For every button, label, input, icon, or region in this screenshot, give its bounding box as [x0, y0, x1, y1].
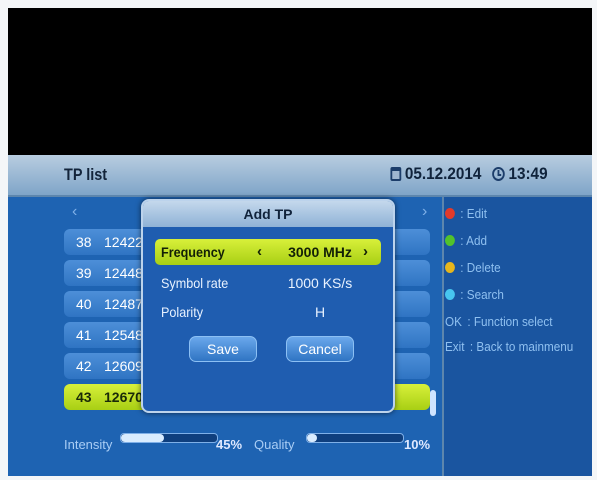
blue-button-icon — [445, 289, 455, 300]
list-scrollbar[interactable] — [430, 390, 436, 416]
frequency-field[interactable]: Frequency ‹ 3000 MHz › — [155, 239, 381, 265]
help-text: : Back to mainmenu — [469, 339, 574, 354]
quality-label: Quality — [254, 437, 295, 452]
cancel-button[interactable]: Cancel — [286, 336, 354, 362]
tp-frequency: 12548 — [104, 327, 143, 343]
dialog-title: Add TP — [243, 206, 293, 222]
header-bar: TP list 05.12.2014 13:49 — [8, 155, 592, 197]
help-search: : Search — [445, 287, 504, 302]
tp-frequency: 12487 — [104, 296, 143, 312]
polarity-field[interactable]: Polarity H — [155, 299, 381, 325]
symbol-rate-value: 1000 KS/s — [287, 275, 353, 291]
intensity-label: Intensity — [64, 437, 113, 452]
tp-frequency: 12609 — [104, 358, 143, 374]
tp-number: 40 — [76, 296, 92, 312]
help-text: : Delete — [460, 260, 501, 275]
tp-frequency: 12422 — [104, 234, 143, 250]
quality-percent: 10% — [404, 437, 431, 452]
date-text: 05.12.2014 — [405, 164, 482, 183]
chevron-right-icon[interactable]: › — [422, 203, 427, 221]
clock-icon — [492, 167, 506, 181]
chevron-left-icon[interactable]: ‹ — [257, 243, 262, 260]
help-text: : Function select — [467, 314, 553, 329]
datetime: 05.12.2014 13:49 — [390, 164, 548, 184]
chevron-left-icon[interactable]: ‹ — [72, 203, 77, 221]
chevron-right-icon[interactable]: › — [363, 243, 368, 260]
quality-bar — [306, 433, 404, 443]
tp-frequency: 12448 — [104, 265, 143, 281]
tp-number: 41 — [76, 327, 92, 343]
help-exit: Exit : Back to mainmenu — [445, 339, 573, 354]
add-tp-dialog: Add TP Frequency ‹ 3000 MHz › Symbol rat… — [141, 199, 395, 413]
help-add: : Add — [445, 233, 487, 248]
save-button[interactable]: Save — [189, 336, 257, 362]
help-text: : Add — [460, 233, 487, 248]
help-ok: OK : Function select — [445, 314, 553, 329]
red-button-icon — [445, 208, 455, 219]
help-text: : Search — [460, 287, 504, 302]
help-text: : Edit — [460, 206, 487, 221]
frequency-value: 3000 MHz — [288, 244, 352, 260]
calendar-icon — [390, 167, 402, 181]
intensity-bar — [120, 433, 218, 443]
frequency-label: Frequency — [161, 244, 225, 260]
tp-frequency: 12670 — [104, 389, 143, 405]
symbol-rate-label: Symbol rate — [161, 275, 229, 291]
intensity-percent: 45% — [216, 437, 243, 452]
intensity-fill — [121, 434, 165, 442]
symbol-rate-field[interactable]: Symbol rate 1000 KS/s — [155, 270, 381, 296]
dialog-header: Add TP — [143, 201, 393, 227]
tp-number: 39 — [76, 265, 92, 281]
yellow-button-icon — [445, 262, 455, 273]
polarity-value: H — [314, 304, 326, 320]
tp-number: 38 — [76, 234, 92, 250]
tp-number: 42 — [76, 358, 92, 374]
page-title: TP list — [64, 165, 108, 184]
help-delete: : Delete — [445, 260, 501, 275]
time-text: 13:49 — [508, 164, 548, 183]
polarity-label: Polarity — [161, 304, 204, 320]
help-key: OK — [445, 314, 462, 329]
help-edit: : Edit — [445, 206, 487, 221]
quality-fill — [307, 434, 317, 442]
tp-number: 43 — [76, 389, 92, 405]
help-key: Exit — [445, 339, 465, 354]
green-button-icon — [445, 235, 455, 246]
